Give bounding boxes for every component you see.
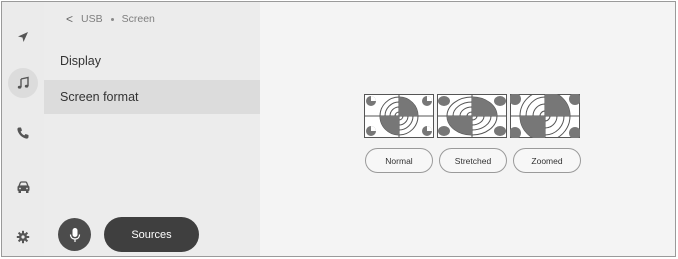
microphone-icon: [69, 227, 80, 242]
stretched-button-label: Stretched: [454, 155, 492, 166]
music-icon-highlight: [8, 68, 38, 98]
menu-item-screen-format[interactable]: Screen format: [44, 80, 260, 114]
back-button[interactable]: <: [66, 12, 73, 26]
music-icon[interactable]: [2, 68, 44, 98]
zoomed-button[interactable]: Zoomed: [513, 148, 581, 173]
breadcrumb: < USB Screen: [66, 12, 155, 26]
sources-button[interactable]: Sources: [104, 217, 199, 252]
menu-item-display[interactable]: Display: [44, 44, 260, 78]
normal-button[interactable]: Normal: [365, 148, 433, 173]
settings-menu-panel: < USB Screen Display Screen format Sourc…: [44, 2, 260, 256]
zoomed-button-label: Zoomed: [531, 155, 563, 166]
screen-format-content: Normal Stretched Zoomed: [260, 2, 675, 256]
menu-item-label: Display: [60, 54, 101, 68]
settings-icon[interactable]: [2, 222, 44, 252]
normal-button-label: Normal: [385, 155, 413, 166]
voice-button[interactable]: [58, 218, 91, 251]
zoomed-preview-image[interactable]: [510, 94, 580, 138]
navigation-icon[interactable]: [2, 22, 44, 52]
sources-button-label: Sources: [131, 228, 172, 241]
breadcrumb-current: Screen: [121, 13, 155, 25]
car-icon[interactable]: [2, 172, 44, 202]
normal-preview-image[interactable]: [364, 94, 434, 138]
icon-rail: [2, 2, 45, 256]
stretched-button[interactable]: Stretched: [439, 148, 507, 173]
menu-item-label: Screen format: [60, 90, 139, 104]
breadcrumb-parent: USB: [81, 13, 103, 25]
screen-frame: < USB Screen Display Screen format Sourc…: [1, 1, 676, 257]
breadcrumb-separator: [110, 17, 114, 21]
stretched-preview-image[interactable]: [437, 94, 507, 138]
phone-icon[interactable]: [2, 118, 44, 148]
